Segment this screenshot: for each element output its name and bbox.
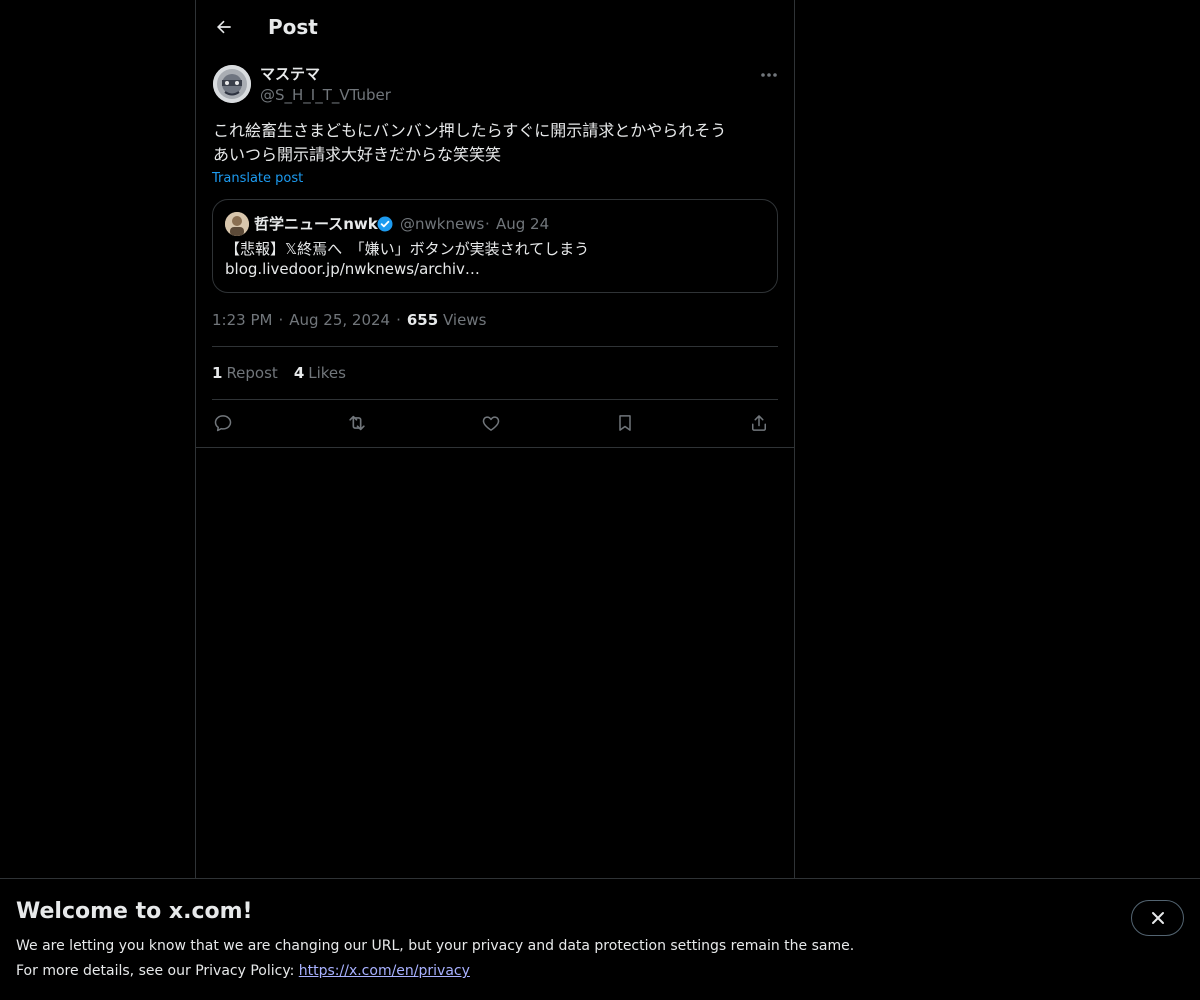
reposts-count: 1 [212, 364, 223, 382]
like-button[interactable] [476, 408, 506, 438]
repost-button[interactable] [342, 408, 372, 438]
share-button[interactable] [744, 408, 774, 438]
welcome-banner: Welcome to x.com! We are letting you kno… [0, 878, 1200, 1000]
repost-icon [349, 415, 365, 431]
main-column: Post マステマ @S_H_I_T_VTuber これ絵畜生さまどもにバンバン… [195, 0, 795, 1000]
reply-icon [214, 415, 232, 432]
page-header: Post [196, 0, 794, 54]
privacy-policy-link[interactable]: https://x.com/en/privacy [299, 963, 470, 979]
page-title: Post [268, 15, 318, 39]
share-icon [752, 415, 766, 431]
author-handle[interactable]: @S_H_I_T_VTuber [260, 85, 391, 105]
post-bottom-divider [196, 447, 794, 448]
author-avatar[interactable] [213, 65, 251, 103]
translate-post-link[interactable]: Translate post [212, 170, 303, 188]
likes-stat[interactable]: 4 Likes [294, 364, 346, 382]
likes-count: 4 [293, 364, 305, 382]
more-options-button[interactable] [756, 64, 782, 86]
post-time[interactable]: 1:23 PM [212, 311, 272, 329]
author-display-name[interactable]: マステマ [260, 64, 320, 84]
verified-badge-icon [377, 216, 393, 232]
meta-separator-2: · [396, 311, 401, 329]
post-meta: 1:23 PM · Aug 25, 2024 · 655 Views [212, 310, 486, 330]
arrow-left-icon [217, 20, 231, 34]
banner-title: Welcome to x.com! [16, 899, 253, 924]
reposts-stat[interactable]: 1 Repost [212, 364, 278, 382]
quote-author-handle: @nwknews [400, 215, 485, 233]
quote-date: Aug 24 [496, 215, 550, 233]
post-actions [212, 408, 778, 438]
quote-author-name: 哲学ニュースnwk [254, 215, 378, 233]
bookmark-icon [619, 415, 631, 431]
like-icon [482, 416, 500, 431]
likes-label: Likes [308, 364, 346, 382]
quote-author-avatar [225, 212, 249, 236]
back-button[interactable] [210, 13, 238, 41]
banner-privacy-prefix: For more details, see our Privacy Policy… [16, 963, 299, 979]
quote-separator: · [485, 215, 490, 233]
stats-bottom-divider [212, 399, 778, 400]
banner-privacy-line: For more details, see our Privacy Policy… [16, 960, 470, 982]
close-icon [1151, 912, 1164, 924]
meta-separator: · [278, 311, 284, 329]
avatar-image [213, 65, 251, 103]
banner-message: We are letting you know that we are chan… [16, 938, 855, 954]
post-date[interactable]: Aug 25, 2024 [289, 311, 390, 329]
post-stats: 1 Repost 4 Likes [212, 363, 362, 383]
views-count: 655 [406, 311, 439, 329]
banner-close-button[interactable] [1131, 900, 1184, 936]
quoted-post-card[interactable]: 哲学ニュースnwk @nwknews · Aug 24 【悲報】𝕏終焉へ 「嫌い… [212, 199, 778, 293]
reposts-label: Repost [226, 364, 278, 382]
reply-button[interactable] [208, 408, 238, 438]
quote-text: 【悲報】𝕏終焉へ 「嫌い」ボタンが実装されてしまう blog.livedoor.… [225, 240, 590, 278]
views-label: Views [442, 311, 487, 329]
more-horizontal-icon [761, 73, 777, 77]
post-text: これ絵畜生さまどもにバンバン押したらすぐに開示請求とかやられそう あいつら開示請… [213, 121, 727, 164]
stats-top-divider [212, 346, 778, 347]
bookmark-button[interactable] [610, 408, 640, 438]
quote-avatar-image [225, 212, 249, 236]
